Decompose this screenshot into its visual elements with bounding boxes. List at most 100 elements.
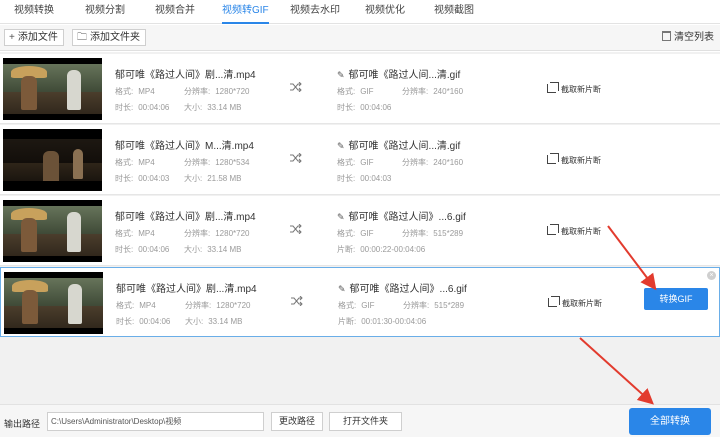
resolution-value: 1280*720	[216, 301, 251, 310]
add-folder-label: 添加文件夹	[90, 32, 140, 43]
clip-new-segment-button[interactable]: 截取新片断	[548, 296, 602, 309]
out-segment-value: 00:01:30-00:04:06	[361, 317, 427, 326]
out-segment-label: 片断:	[338, 317, 357, 326]
output-file-name[interactable]: ✎ 郁可唯《路过人间...清.gif	[337, 137, 460, 152]
out-duration-label: 时长:	[337, 103, 356, 112]
pencil-icon[interactable]: ✎	[337, 212, 345, 223]
duration-label: 时长:	[116, 317, 135, 326]
format-value: MP4	[138, 229, 155, 238]
list-item-selected[interactable]: 郁可唯《路过人间》剧...清.mp4 格式: MP4 分辨率: 1280*720 时…	[0, 267, 720, 337]
format-label: 格式:	[115, 87, 134, 96]
size-label: 大小:	[184, 245, 203, 254]
out-format-label: 格式:	[338, 301, 357, 310]
source-file-name: 郁可唯《路过人间》剧...清.mp4	[115, 70, 256, 81]
shuffle-icon	[291, 296, 303, 306]
output-path-field[interactable]: C:\Users\Administrator\Desktop\视频	[47, 412, 264, 431]
clear-list-button[interactable]: 清空列表	[662, 29, 714, 46]
out-format-value: GIF	[360, 229, 374, 238]
out-format-value: GIF	[360, 87, 374, 96]
size-label: 大小:	[184, 174, 203, 183]
resolution-label: 分辨率:	[184, 87, 211, 96]
open-folder-button[interactable]: 打开文件夹	[329, 412, 402, 431]
output-file-name[interactable]: ✎ 郁可唯《路过人间》...6.gif	[338, 280, 467, 295]
list-item[interactable]: 郁可唯《路过人间》剧...清.mp4 格式: MP4 分辨率: 1280*720 时…	[0, 54, 720, 124]
format-value: MP4	[139, 301, 156, 310]
out-segment-value: 00:00:22-00:04:06	[360, 245, 426, 254]
add-file-label: 添加文件	[17, 32, 58, 43]
tab-video-merge[interactable]: 视频合并	[155, 0, 195, 24]
duration-value: 00:04:06	[138, 103, 170, 112]
clip-new-label: 截取新片断	[561, 85, 601, 94]
out-duration-label: 时长:	[337, 174, 356, 183]
out-format-label: 格式:	[337, 229, 356, 238]
out-duration-value: 00:04:03	[360, 174, 392, 183]
clip-new-segment-button[interactable]: 截取新片断	[547, 224, 601, 237]
duration-value: 00:04:06	[139, 317, 171, 326]
clip-new-segment-button[interactable]: 截取新片断	[547, 153, 601, 166]
video-thumbnail	[3, 58, 102, 120]
source-file-name: 郁可唯《路过人间》剧...清.mp4	[115, 212, 256, 223]
close-icon[interactable]: ×	[707, 271, 716, 280]
tab-remove-watermark[interactable]: 视频去水印	[290, 0, 340, 24]
tab-video-optimize[interactable]: 视频优化	[365, 0, 405, 24]
output-file-name[interactable]: ✎ 郁可唯《路过人间...清.gif	[337, 66, 460, 81]
resolution-label: 分辨率:	[184, 158, 211, 167]
convert-gif-button[interactable]: 转换GIF	[644, 288, 708, 310]
output-name-text: 郁可唯《路过人间...清.gif	[348, 70, 461, 81]
crop-icon	[547, 153, 559, 164]
video-thumbnail	[4, 272, 103, 334]
toolbar: + 添加文件 🗀 添加文件夹 清空列表	[0, 25, 720, 51]
output-name-text: 郁可唯《路过人间》...6.gif	[348, 212, 466, 223]
plus-icon: +	[9, 32, 15, 43]
add-file-button[interactable]: + 添加文件	[4, 29, 64, 46]
out-segment-label: 片断:	[337, 245, 356, 254]
clip-new-segment-button[interactable]: 截取新片断	[547, 82, 601, 95]
duration-value: 00:04:06	[138, 245, 170, 254]
size-value: 33.14 MB	[207, 103, 242, 112]
source-file-name: 郁可唯《路过人间》剧...清.mp4	[116, 284, 257, 295]
change-path-button[interactable]: 更改路径	[271, 412, 323, 431]
pencil-icon[interactable]: ✎	[337, 70, 345, 81]
out-resolution-label: 分辨率:	[402, 229, 429, 238]
add-folder-button[interactable]: 🗀 添加文件夹	[72, 29, 146, 46]
clear-list-label: 清空列表	[674, 32, 714, 43]
tab-video-convert[interactable]: 视频转换	[14, 0, 54, 24]
list-item[interactable]: 郁可唯《路过人间》剧...清.mp4 格式: MP4 分辨率: 1280*720 时…	[0, 196, 720, 266]
duration-label: 时长:	[115, 245, 134, 254]
shuffle-icon	[290, 224, 302, 234]
pencil-icon[interactable]: ✎	[338, 284, 346, 295]
trash-icon	[662, 31, 671, 41]
out-format-value: GIF	[361, 301, 375, 310]
pencil-icon[interactable]: ✎	[337, 141, 345, 152]
tab-video-to-gif[interactable]: 视频转GIF	[222, 0, 269, 24]
tab-video-split[interactable]: 视频分割	[85, 0, 125, 24]
resolution-label: 分辨率:	[184, 229, 211, 238]
out-resolution-label: 分辨率:	[402, 87, 429, 96]
video-thumbnail	[3, 129, 102, 191]
crop-icon	[547, 82, 559, 93]
output-file-name[interactable]: ✎ 郁可唯《路过人间》...6.gif	[337, 208, 466, 223]
resolution-value: 1280*534	[215, 158, 250, 167]
format-label: 格式:	[116, 301, 135, 310]
crop-icon	[548, 296, 560, 307]
size-value: 33.14 MB	[207, 245, 242, 254]
output-name-text: 郁可唯《路过人间...清.gif	[348, 141, 461, 152]
out-resolution-value: 515*289	[434, 301, 465, 310]
duration-value: 00:04:03	[138, 174, 170, 183]
out-resolution-value: 515*289	[433, 229, 464, 238]
crop-icon	[547, 224, 559, 235]
file-list: 郁可唯《路过人间》剧...清.mp4 格式: MP4 分辨率: 1280*720 时…	[0, 52, 720, 404]
footer-bar: 输出路径 C:\Users\Administrator\Desktop\视频 更…	[0, 404, 720, 437]
convert-all-button[interactable]: 全部转换	[629, 408, 711, 435]
out-format-label: 格式:	[337, 158, 356, 167]
clip-new-label: 截取新片断	[561, 227, 601, 236]
tab-video-screenshot[interactable]: 视频截图	[434, 0, 474, 24]
out-resolution-value: 240*160	[433, 87, 464, 96]
out-format-value: GIF	[360, 158, 374, 167]
resolution-value: 1280*720	[215, 87, 250, 96]
list-item[interactable]: 郁可唯《路过人间》M...清.mp4 格式: MP4 分辨率: 1280*534 时…	[0, 125, 720, 195]
source-file-name: 郁可唯《路过人间》M...清.mp4	[115, 141, 254, 152]
out-resolution-label: 分辨率:	[403, 301, 430, 310]
output-path-label: 输出路径	[4, 419, 41, 429]
clip-new-label: 截取新片断	[562, 299, 602, 308]
